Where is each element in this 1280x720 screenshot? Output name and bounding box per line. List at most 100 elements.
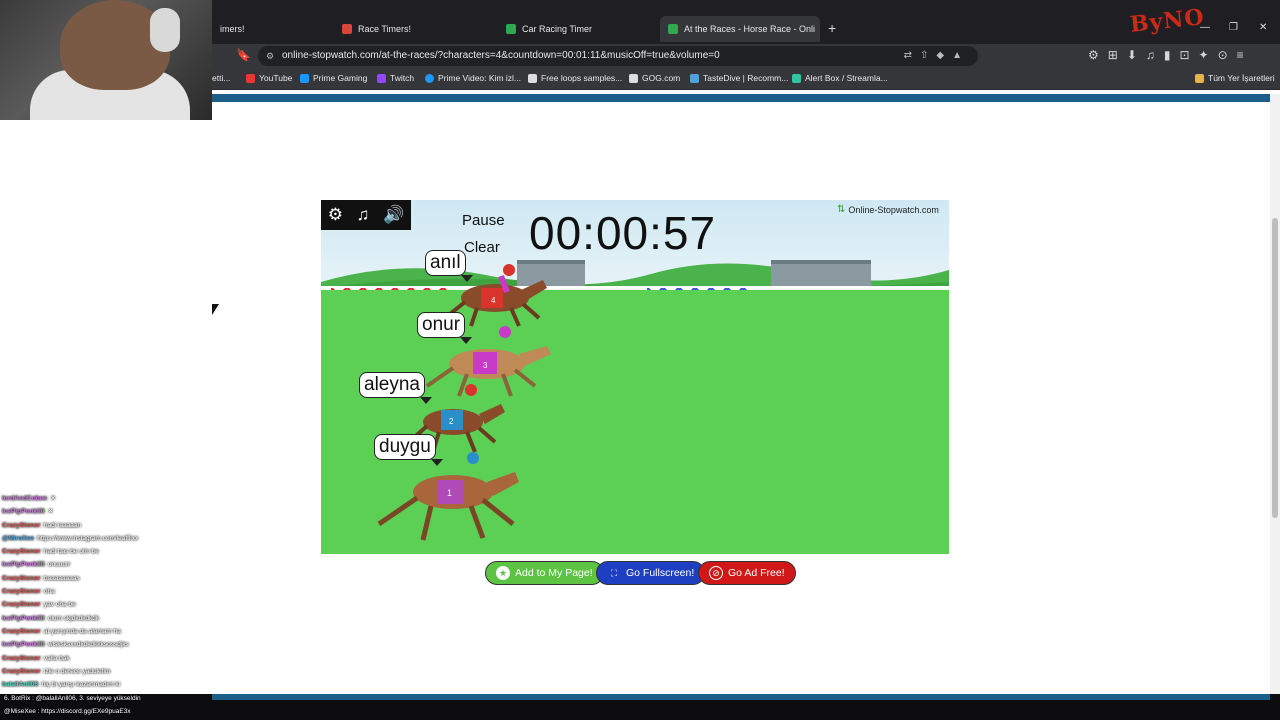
chat-line: IcePipPonkIIII: onuuurr (0, 558, 212, 571)
minimize-icon[interactable]: — (1200, 22, 1210, 33)
volume-icon[interactable]: 🔊 (383, 205, 404, 225)
favicon-icon (506, 24, 516, 34)
go-ad-free-button[interactable]: ⊘ Go Ad Free! (698, 561, 796, 585)
chat-message: : valla bak (40, 654, 70, 662)
bookmark-label: etti... (212, 73, 231, 83)
chat-username: IcePipPonkIIII (2, 508, 45, 516)
chat-message: : izle o derece yaduletim (40, 667, 111, 675)
bookmark-label: Prime Gaming (313, 73, 368, 83)
clear-button[interactable]: Clear (464, 239, 500, 256)
chat-line: lordAndCobee: ✕ (0, 492, 212, 505)
chat-username: balallAnll06 (2, 681, 39, 689)
extensions-icon[interactable]: ⚙⊞⬇♫▮⊡✦⊙≡ (1088, 48, 1253, 62)
bookmark-youtube[interactable]: YouTube (246, 73, 292, 83)
updown-arrow-icon: ⇅ (837, 204, 846, 215)
tastedive-icon (690, 73, 699, 83)
pause-button[interactable]: Pause (462, 212, 505, 229)
chat-line: IcePipPonkIIII: wlsksksxxdkdkdkkksossdjk… (0, 638, 212, 651)
chat-line: CrazyStoner: oha (0, 585, 212, 598)
tab-race-timers[interactable]: Race Timers! (334, 18, 494, 40)
chat-username: CrazyStoner (2, 667, 41, 675)
url-bar[interactable]: ⚙ online-stopwatch.com/at-the-races/?cha… (258, 46, 978, 66)
chat-line: CrazyStoner: hadi iaaaaan (0, 519, 212, 532)
screen: imers! Race Timers! Car Racing Timer At … (0, 0, 1280, 720)
chat-line: @MiroXee: https://www.instagram.com/leaf… (0, 532, 212, 545)
chat-line: CrazyStoner: izle o derece yaduletim (0, 665, 212, 678)
new-tab-button[interactable]: + (828, 20, 836, 36)
chat-message: : wlsksksxxdkdkdkkksossdjks (44, 641, 129, 649)
bookmark-prime-gaming[interactable]: Prime Gaming (300, 73, 367, 83)
music-off-icon[interactable]: ♫ (357, 205, 370, 225)
webcam-overlay (0, 0, 212, 120)
bookmark-item[interactable]: etti... (212, 73, 230, 83)
chat-username: CrazyStoner (2, 574, 41, 582)
bookmark-label: Alert Box / Streamla... (805, 73, 888, 83)
chat-message: : ✕ (46, 495, 56, 502)
bookmark-twitch[interactable]: Twitch (377, 73, 414, 83)
chat-line: CrazyStoner: yav oha be (0, 598, 212, 611)
chat-message: : hadi bas be olm be (40, 548, 99, 556)
page-scrollbar[interactable] (1270, 94, 1280, 700)
svg-text:3: 3 (483, 361, 488, 370)
settings-gear-icon[interactable]: ⚙ (328, 205, 343, 225)
chat-line: CrazyStoner: valla bak (0, 652, 212, 665)
chat-message: : hiç bi yarışı kazanmadım ki (38, 681, 121, 689)
fullscreen-icon: ⛶ (610, 567, 618, 578)
bookmark-icon[interactable]: 🔖 (236, 48, 251, 62)
chat-line: CrazyStoner: at yarışında da alamam ha (0, 625, 212, 638)
tab-label: Car Racing Timer (522, 24, 593, 34)
all-bookmarks[interactable]: Tüm Yer İşaretleri (1195, 73, 1275, 83)
svg-text:4: 4 (491, 296, 496, 305)
chat-line: IcePipPonkIIII: olum skjdkdkdkdk (0, 612, 212, 625)
bookmark-label: Twitch (390, 73, 415, 83)
site-info-icon[interactable]: ⚙ (266, 46, 274, 66)
bookmark-alert-box[interactable]: Alert Box / Streamla... (792, 73, 888, 83)
chat-username: CrazyStoner (2, 521, 41, 529)
gog-icon (629, 73, 638, 83)
chat-message: : olum skjdkdkdkdk (44, 614, 100, 622)
button-label: Go Ad Free! (728, 567, 785, 579)
close-window-icon[interactable]: ✕ (1259, 22, 1267, 33)
grandstand (771, 260, 871, 286)
folder-icon (1195, 73, 1204, 83)
chat-username: CrazyStoner (2, 588, 41, 596)
button-label: Add to My Page! (515, 567, 593, 579)
countdown-timer: 00:00:57 (529, 207, 717, 259)
chat-username: CrazyStoner (2, 654, 41, 662)
prime-gaming-icon (300, 73, 309, 83)
tab-at-the-races[interactable]: At the Races - Horse Race - Onli ✕ (660, 16, 820, 42)
brand-link[interactable]: ⇅ Online-Stopwatch.com (837, 204, 939, 215)
chat-message: : yav oha be (40, 601, 76, 609)
url-text: online-stopwatch.com/at-the-races/?chara… (282, 50, 720, 61)
svg-text:2: 2 (449, 417, 454, 426)
chat-line: IcePipPonkIIII: ✕ (0, 505, 212, 518)
chat-message: : hadi iaaaaan (40, 521, 82, 529)
add-to-my-page-button[interactable]: ★ Add to My Page! (485, 561, 604, 585)
chat-username: lordAndCobee (2, 495, 47, 502)
bookmark-gog[interactable]: GOG.com (629, 73, 680, 83)
tab-car-racing-timer[interactable]: Car Racing Timer (498, 18, 656, 40)
youtube-icon (246, 73, 255, 83)
chat-username: @MiroXee (2, 534, 34, 542)
chat-message: : oha (40, 588, 55, 596)
bookmark-tastedive[interactable]: TasteDive | Recomm... (690, 73, 788, 83)
horse-race-game[interactable]: ⚙ ♫ 🔊 Pause Clear 00:00:57 ⇅ Online-Stop… (321, 200, 949, 554)
twitch-icon (377, 73, 386, 83)
go-fullscreen-button[interactable]: ⛶ Go Fullscreen! (596, 561, 706, 585)
chat-username: CrazyStoner (2, 548, 41, 556)
maximize-icon[interactable]: ❐ (1229, 22, 1238, 33)
url-actions-icon[interactable]: ⇄⇧◆▲ (904, 46, 970, 66)
bookmark-free-loops[interactable]: Free loops samples... (528, 73, 622, 83)
chat-line: CrazyStoner: baaaaaaaas (0, 572, 212, 585)
scrollbar-thumb[interactable] (1272, 218, 1278, 518)
chat-line: balallAnll06: hiç bi yarışı kazanmadım k… (0, 678, 212, 691)
tab-label: At the Races - Horse Race - Onli (684, 24, 816, 34)
button-label: Go Fullscreen! (626, 567, 695, 579)
bookmark-label: GOG.com (642, 73, 681, 83)
bookmark-prime-video[interactable]: Prime Video: Kim izl... (425, 73, 521, 83)
site-footer-bar (212, 694, 1270, 700)
favicon-icon (668, 24, 678, 34)
brand-text: Online-Stopwatch.com (848, 204, 939, 215)
stream-chat: lordAndCobee: ✕ IcePipPonkIIII: ✕ CrazySto… (0, 492, 212, 702)
tab-timers[interactable]: imers! (212, 18, 330, 40)
